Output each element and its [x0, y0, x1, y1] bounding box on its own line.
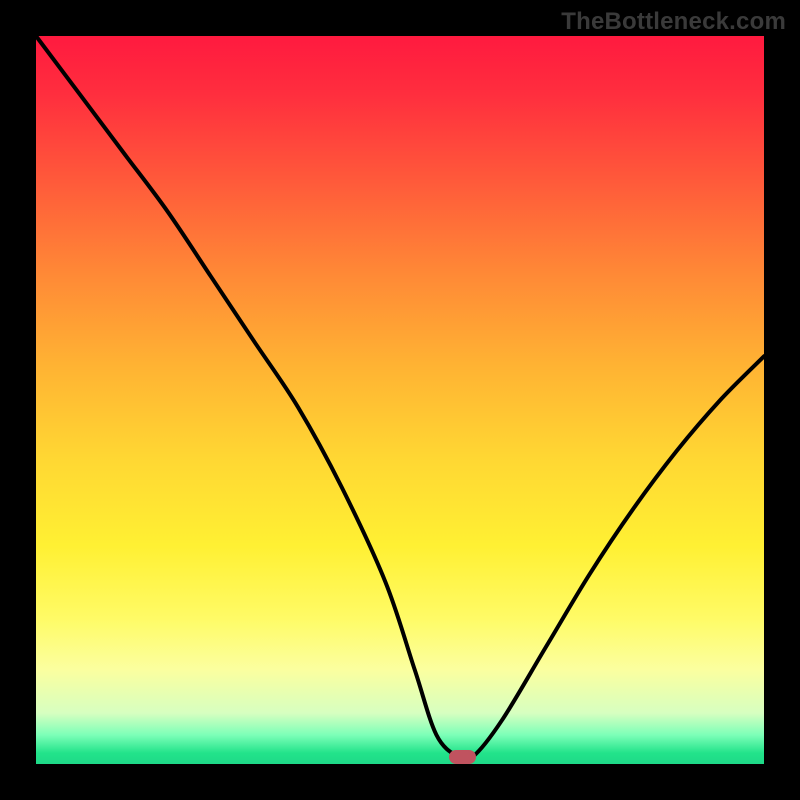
- watermark-text: TheBottleneck.com: [561, 8, 786, 36]
- bottleneck-curve: [36, 36, 764, 764]
- chart-frame: TheBottleneck.com: [0, 0, 800, 800]
- curve-path: [36, 36, 764, 760]
- optimum-marker: [449, 750, 476, 764]
- plot-area: [36, 36, 764, 764]
